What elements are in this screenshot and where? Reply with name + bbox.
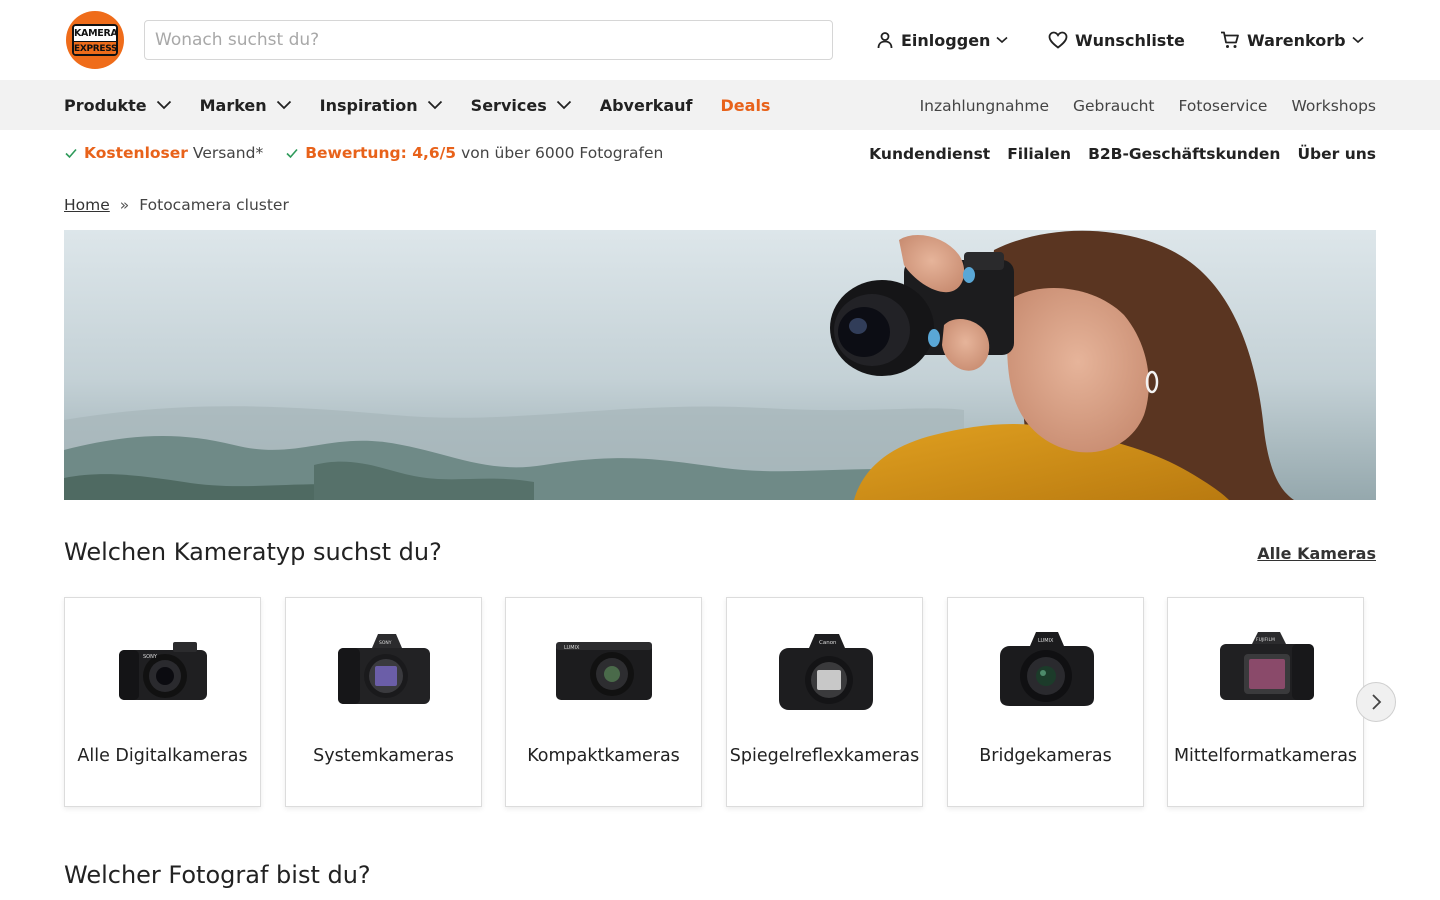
link-filialen[interactable]: Filialen	[1007, 145, 1071, 163]
usp-shipping-highlight: Kostenloser	[84, 144, 188, 162]
breadcrumb-home-link[interactable]: Home	[64, 196, 110, 214]
wishlist-label: Wunschliste	[1075, 30, 1185, 50]
section-title-camera-types: Welchen Kameratyp suchst du?	[64, 538, 442, 566]
login-button[interactable]: Einloggen	[876, 28, 1008, 52]
cart-button[interactable]: Warenkorb	[1220, 28, 1364, 52]
mirrorless-camera-body-icon: SONY	[286, 628, 481, 713]
search-input[interactable]	[144, 20, 833, 60]
nav-link-fotoservice[interactable]: Fotoservice	[1179, 95, 1268, 115]
nav-item-produkte[interactable]: Produkte	[64, 96, 172, 115]
camera-type-label: Spiegelreflexkameras	[729, 746, 920, 766]
compact-camera-icon: LUMIX	[506, 628, 701, 713]
breadcrumb: Home » Fotocamera cluster	[64, 194, 289, 216]
usp-shipping: Kostenloser Versand*	[64, 144, 263, 162]
camera-type-card-kompaktkameras[interactable]: LUMIX Kompaktkameras	[505, 597, 702, 807]
nav-item-label: Deals	[720, 95, 771, 115]
heart-icon	[1048, 31, 1068, 49]
shopping-cart-icon	[1220, 31, 1240, 49]
nav-item-services[interactable]: Services	[471, 96, 572, 115]
nav-item-label: Inspiration	[319, 95, 418, 115]
nav-item-label: Marken	[199, 95, 267, 115]
site-header: KAMERA EXPRESS Einloggen Wunschliste War…	[0, 0, 1440, 80]
usp-bar: Kostenloser Versand* Bewertung: 4,6/5 vo…	[64, 142, 685, 164]
kamera-express-logo[interactable]: KAMERA EXPRESS	[66, 11, 124, 69]
breadcrumb-separator: »	[119, 196, 130, 214]
logo-badge: KAMERA EXPRESS	[72, 24, 118, 56]
camera-type-card-systemkameras[interactable]: SONY Systemkameras	[285, 597, 482, 807]
main-navigation: Produkte Marken Inspiration Services Abv…	[0, 80, 1440, 130]
usp-rating-highlight: Bewertung: 4,6/5	[305, 144, 457, 162]
usp-rating-text: von über 6000 Fotografen	[461, 144, 664, 162]
dslr-camera-body-icon: Canon	[727, 628, 922, 713]
nav-item-label: Abverkauf	[599, 95, 693, 115]
wishlist-button[interactable]: Wunschliste	[1048, 28, 1185, 52]
breadcrumb-current: Fotocamera cluster	[139, 196, 289, 214]
medium-format-camera-icon: FUJIFILM	[1168, 628, 1363, 713]
link-b2b[interactable]: B2B-Geschäftskunden	[1088, 145, 1280, 163]
svg-text:Canon: Canon	[819, 640, 837, 646]
nav-link-workshops[interactable]: Workshops	[1291, 95, 1376, 115]
svg-text:SONY: SONY	[379, 640, 392, 646]
user-icon	[876, 31, 894, 49]
hero-banner-photographer-image	[64, 230, 1376, 500]
logo-text-line2: EXPRESS	[74, 41, 116, 54]
nav-item-label: Services	[470, 95, 547, 115]
camera-type-card-bridgekameras[interactable]: LUMIX Bridgekameras	[947, 597, 1144, 807]
checkmark-icon	[285, 147, 299, 159]
usp-shipping-text: Versand*	[192, 144, 264, 162]
nav-secondary: Inzahlungnahme Gebraucht Fotoservice Wor…	[896, 80, 1376, 130]
cart-label: Warenkorb	[1247, 30, 1346, 50]
chevron-down-icon	[556, 100, 572, 110]
svg-text:FUJIFILM: FUJIFILM	[1256, 637, 1275, 643]
chevron-down-icon	[156, 100, 172, 110]
all-cameras-link[interactable]: Alle Kameras	[1257, 544, 1376, 563]
camera-type-carousel: SONY Alle Digitalkameras SONY Systemkame…	[64, 597, 1384, 807]
nav-item-label: Produkte	[64, 95, 147, 115]
logo-text-line1: KAMERA	[74, 26, 118, 41]
mirrorless-camera-with-lens-icon: SONY	[65, 628, 260, 713]
svg-text:SONY: SONY	[143, 654, 158, 660]
camera-type-card-alle-digitalkameras[interactable]: SONY Alle Digitalkameras	[64, 597, 261, 807]
camera-type-label: Bridgekameras	[979, 746, 1112, 766]
chevron-right-icon	[1370, 693, 1382, 711]
checkmark-icon	[64, 147, 78, 159]
chevron-down-icon	[1352, 36, 1364, 44]
link-ueber-uns[interactable]: Über uns	[1297, 145, 1376, 163]
camera-type-card-spiegelreflexkameras[interactable]: Canon Spiegelreflexkameras	[726, 597, 923, 807]
section-title-photographer: Welcher Fotograf bist du?	[64, 861, 371, 889]
svg-text:LUMIX: LUMIX	[1038, 638, 1054, 644]
nav-link-inzahlungnahme[interactable]: Inzahlungnahme	[920, 95, 1049, 115]
camera-type-label: Kompaktkameras	[527, 746, 680, 766]
camera-type-card-mittelformatkameras[interactable]: FUJIFILM Mittelformatkameras	[1167, 597, 1364, 807]
nav-item-deals[interactable]: Deals	[721, 96, 771, 115]
nav-item-abverkauf[interactable]: Abverkauf	[600, 96, 693, 115]
bridge-camera-icon: LUMIX	[948, 628, 1143, 713]
nav-item-marken[interactable]: Marken	[200, 96, 292, 115]
link-kundendienst[interactable]: Kundendienst	[869, 145, 990, 163]
chevron-down-icon	[276, 100, 292, 110]
usp-rating: Bewertung: 4,6/5 von über 6000 Fotografe…	[285, 144, 663, 162]
camera-type-label: Alle Digitalkameras	[77, 746, 248, 766]
meta-links: Kundendienst Filialen B2B-Geschäftskunde…	[852, 143, 1376, 165]
nav-link-gebraucht[interactable]: Gebraucht	[1073, 95, 1155, 115]
camera-type-label: Systemkameras	[313, 746, 454, 766]
login-label: Einloggen	[901, 30, 991, 50]
chevron-down-icon	[427, 100, 443, 110]
nav-primary: Produkte Marken Inspiration Services Abv…	[64, 80, 798, 130]
camera-type-label: Mittelformatkameras	[1173, 746, 1358, 766]
nav-item-inspiration[interactable]: Inspiration	[320, 96, 443, 115]
svg-text:LUMIX: LUMIX	[564, 645, 580, 651]
chevron-down-icon	[996, 36, 1008, 44]
carousel-next-button[interactable]	[1356, 682, 1396, 722]
